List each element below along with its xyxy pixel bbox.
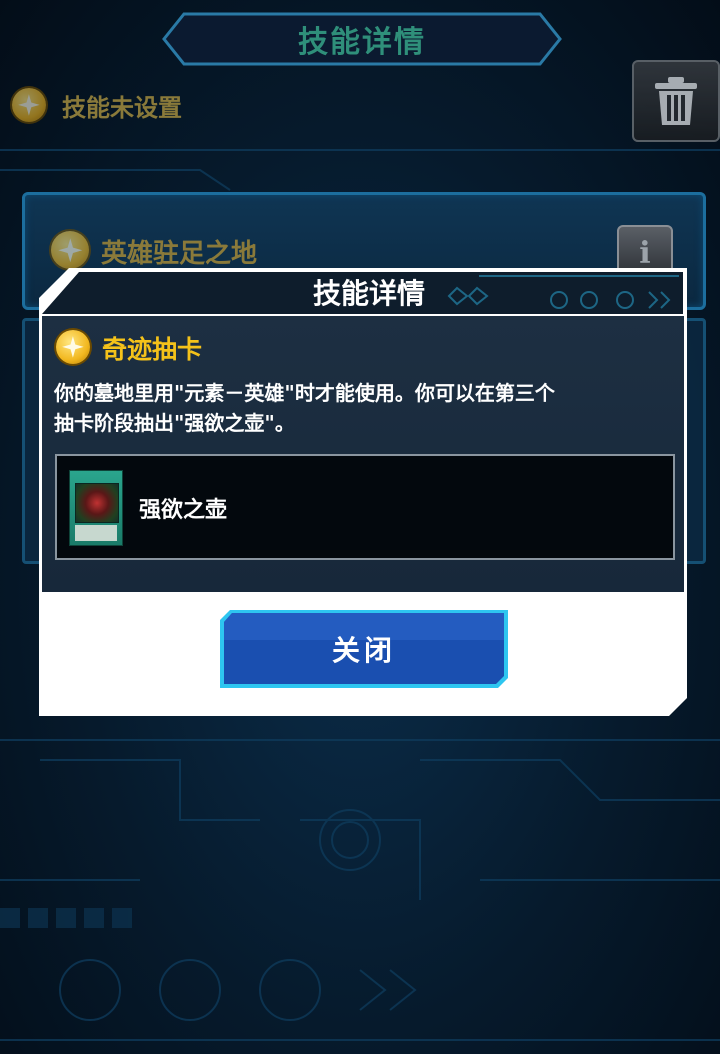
skill-name: 奇迹抽卡 — [102, 335, 203, 364]
description-line: 抽卡阶段抽出"强欲之壶"。 — [54, 411, 295, 435]
star-icon — [56, 330, 90, 364]
trash-button[interactable] — [632, 60, 720, 142]
info-icon: i — [639, 235, 651, 271]
skill-detail-dialog: 技能详情 奇迹抽卡 你的墓地里用"元素－英雄"时才能使用。你可以在第三个 抽卡阶… — [39, 268, 687, 716]
screen-title: 技能详情 — [298, 25, 426, 60]
card-thumbnail — [69, 470, 123, 546]
dialog-body: 奇迹抽卡 你的墓地里用"元素－英雄"时才能使用。你可以在第三个 抽卡阶段抽出"强… — [42, 316, 684, 592]
skill-unset-label: 技能未设置 — [62, 94, 182, 122]
skill-card-label: 英雄驻足之地 — [101, 239, 258, 269]
card-text-box — [75, 525, 117, 541]
close-button[interactable]: 关闭 — [220, 610, 508, 688]
star-icon — [51, 231, 89, 269]
related-card-item[interactable]: 强欲之壶 — [55, 454, 675, 560]
close-label: 关闭 — [331, 634, 396, 667]
skill-description: 你的墓地里用"元素－英雄"时才能使用。你可以在第三个 抽卡阶段抽出"强欲之壶"。 — [54, 378, 674, 438]
skill-unset-row[interactable]: 技能未设置 — [0, 74, 720, 154]
star-icon — [12, 88, 46, 122]
description-line: 你的墓地里用"元素－英雄"时才能使用。你可以在第三个 — [54, 381, 555, 405]
trash-icon — [655, 77, 697, 125]
dialog-title: 技能详情 — [312, 277, 425, 310]
card-art — [75, 483, 119, 523]
screen-header: 技能详情 — [162, 12, 562, 66]
card-name: 强欲之壶 — [139, 498, 228, 523]
